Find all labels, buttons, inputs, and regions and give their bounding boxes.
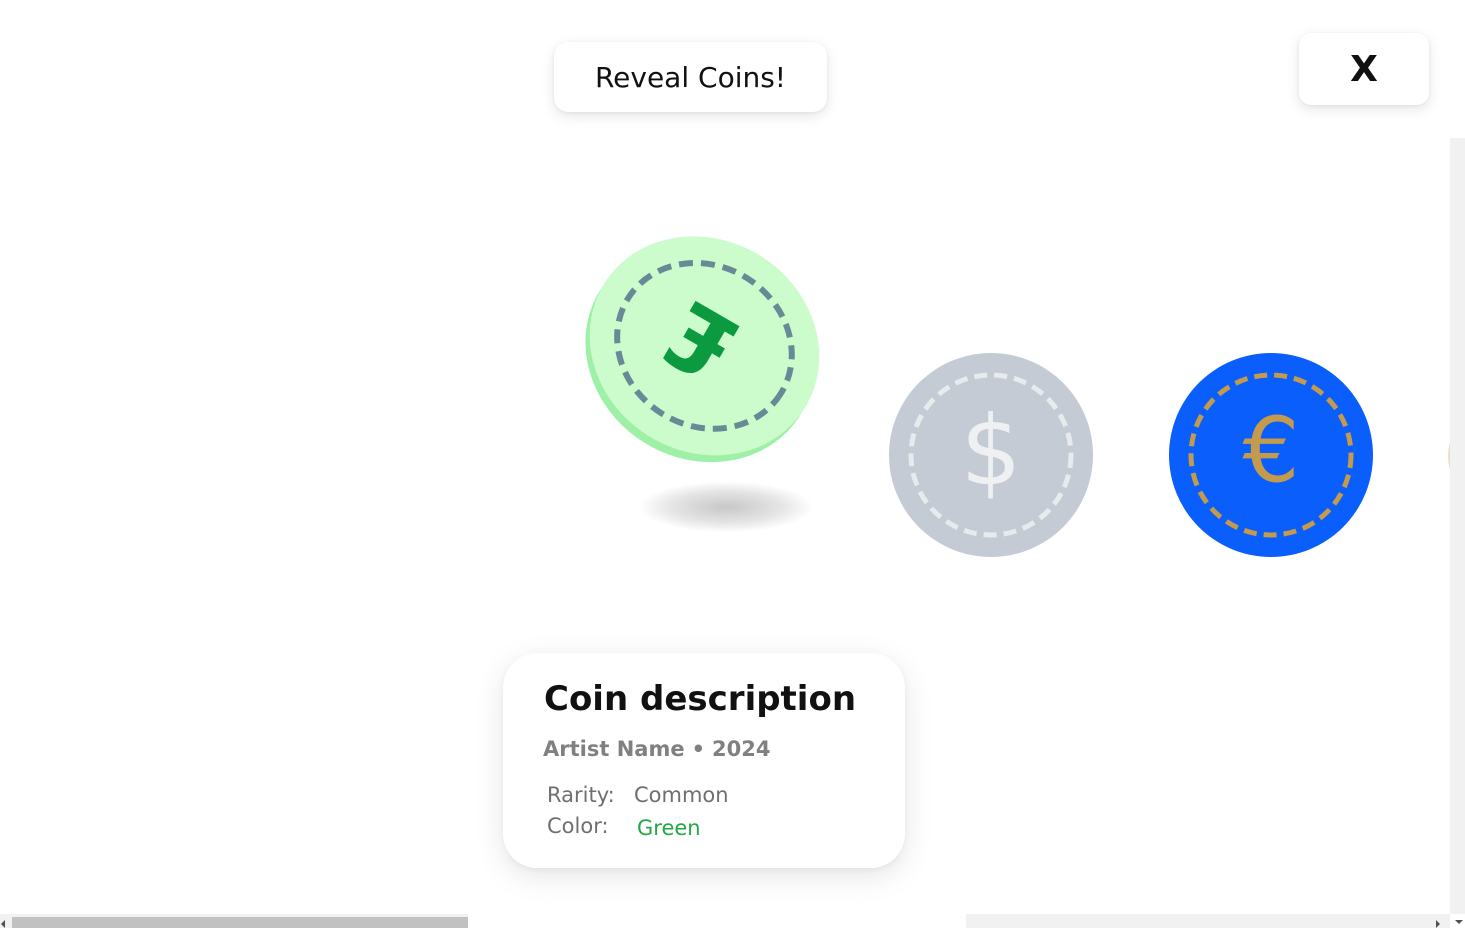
horizontal-scrollbar-thumb[interactable] (12, 917, 468, 928)
rarity-value: Common (634, 783, 729, 807)
subtitle-separator: • (691, 737, 706, 761)
dollar-symbol-icon: $ (960, 395, 1021, 507)
close-button[interactable]: X (1299, 33, 1429, 105)
scroll-left-arrow-icon[interactable] (1, 920, 5, 928)
card-title: Coin description (544, 679, 857, 719)
vertical-scrollbar[interactable] (1450, 138, 1465, 914)
scrollbar-gap (468, 914, 966, 928)
dollar-coin[interactable]: $ (888, 352, 1094, 558)
pound-coin[interactable]: £ (580, 230, 830, 465)
scroll-down-arrow-icon[interactable] (1455, 920, 1463, 924)
rarity-label: Rarity: (547, 783, 615, 807)
card-subtitle: Artist Name • 2024 (543, 737, 770, 761)
scroll-right-arrow-icon[interactable] (1436, 920, 1440, 928)
coin-shadow (640, 482, 812, 532)
reveal-coins-button[interactable]: Reveal Coins! (554, 42, 827, 112)
color-label: Color: (547, 814, 609, 838)
coin-year: 2024 (712, 737, 771, 761)
euro-symbol-icon: € (1242, 398, 1299, 503)
artist-name: Artist Name (543, 737, 685, 761)
euro-coin[interactable]: € (1168, 352, 1374, 558)
coin-description-card: Coin description Artist Name • 2024 Rarity… (503, 653, 905, 868)
color-value: Green (637, 816, 701, 840)
